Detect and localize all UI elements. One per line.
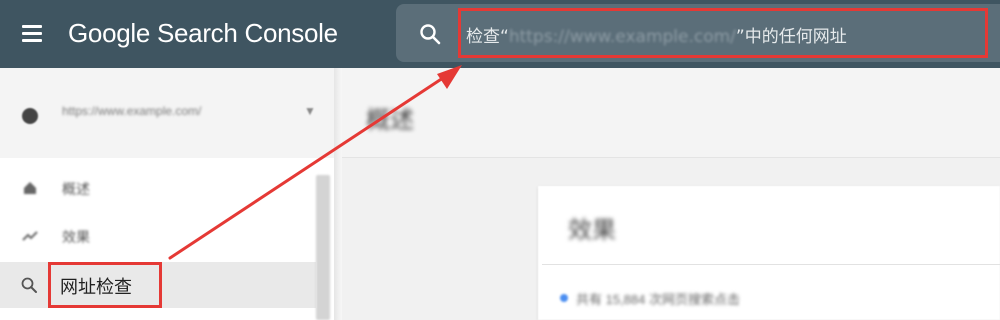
- sidebar-item-label: 概述: [62, 181, 90, 197]
- card-title: 效果: [568, 217, 616, 244]
- card-divider: [542, 264, 1000, 265]
- sidebar-scrollbar[interactable]: [316, 175, 330, 320]
- sidebar-item-performance[interactable]: 效果: [0, 214, 316, 258]
- placeholder-prefix: 检查“: [466, 27, 509, 47]
- menu-icon[interactable]: [20, 22, 46, 46]
- home-icon: [24, 182, 36, 194]
- page-title: 概述: [366, 107, 414, 134]
- property-url: https://www.example.com/: [62, 104, 202, 118]
- sidebar-item-overview[interactable]: 概述: [0, 166, 316, 210]
- trend-icon: [22, 231, 38, 241]
- sidebar-item-label: 网址检查: [60, 277, 132, 298]
- main-header: [342, 68, 1000, 158]
- search-icon: [21, 277, 37, 293]
- legend-dot: [560, 294, 568, 302]
- card-stat: 共有 15,884 次网页搜索点击: [576, 292, 740, 307]
- sidebar-divider: [334, 68, 342, 320]
- placeholder-url: https://www.example.com/: [508, 27, 736, 47]
- app-title[interactable]: Google Search Console: [68, 18, 338, 49]
- caret-down-icon[interactable]: ▼: [304, 104, 316, 118]
- search-icon[interactable]: [418, 22, 442, 46]
- search-placeholder: 检查“https://www.example.com/”中的任何网址: [466, 22, 847, 47]
- property-icon: [22, 108, 38, 124]
- placeholder-suffix: ”中的任何网址: [735, 27, 847, 47]
- sidebar-item-label: 效果: [62, 229, 90, 245]
